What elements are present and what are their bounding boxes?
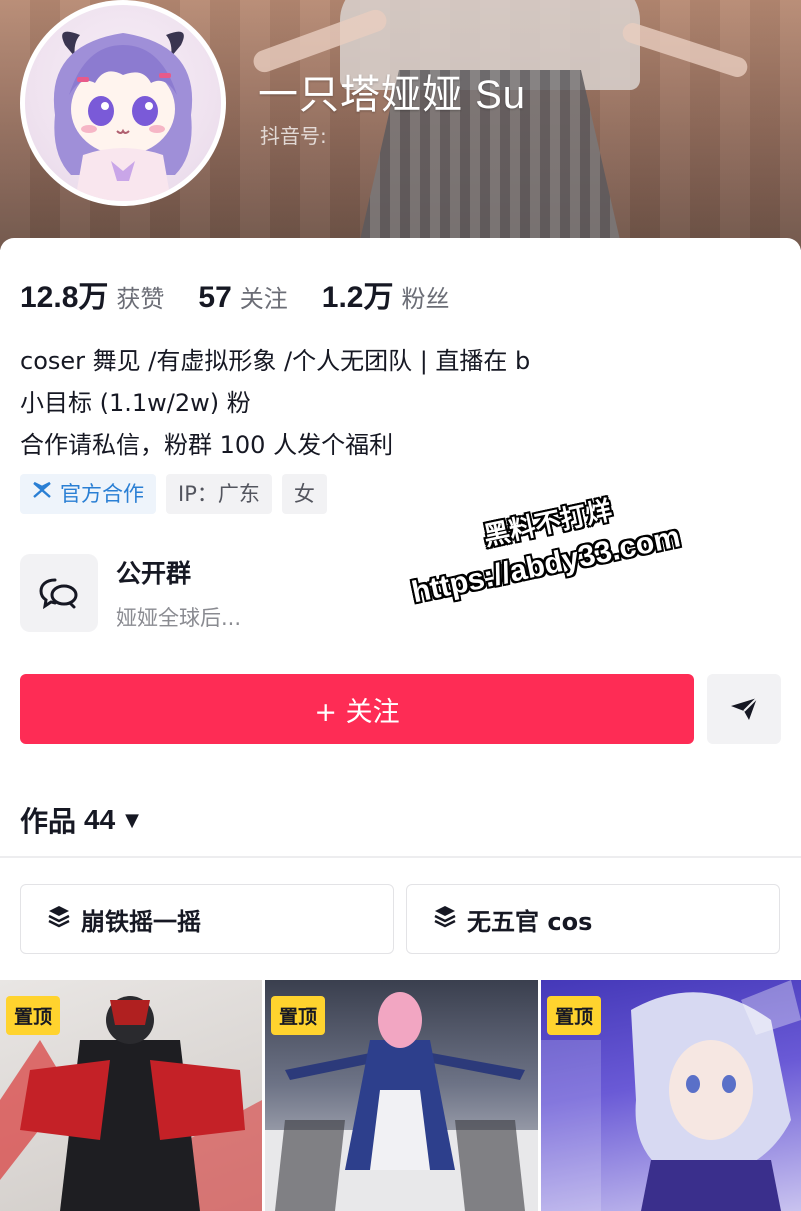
video-grid: 置顶 置顶 置顶	[0, 980, 801, 1211]
bio-line: 合作请私信，粉群 100 人发个福利	[20, 431, 394, 459]
avatar-image	[25, 5, 221, 201]
video-thumbnail[interactable]: 置顶	[265, 980, 538, 1211]
layers-icon	[47, 904, 71, 934]
pinned-badge: 置顶	[6, 996, 61, 1035]
ip-location-tag: IP：广东	[166, 474, 272, 514]
pinned-badge: 置顶	[271, 996, 326, 1035]
stat-followers-label: 粉丝	[401, 285, 450, 313]
official-cooperation-icon	[32, 474, 52, 514]
works-label: 作品	[20, 805, 77, 838]
stat-likes-label: 获赞	[116, 285, 165, 313]
profile-name: 一只塔娅娅 Su	[258, 73, 527, 117]
follow-button[interactable]: + 关注	[20, 674, 694, 744]
public-group-entry[interactable]: 公开群 娅娅全球后...	[20, 554, 241, 632]
bio-line: coser 舞见 /有虚拟形象 /个人无团队 | 直播在 b	[20, 347, 531, 375]
avatar[interactable]	[20, 0, 226, 206]
group-title: 公开群	[116, 559, 192, 588]
pinned-badge: 置顶	[547, 996, 602, 1035]
official-cooperation-label: 官方合作	[60, 482, 144, 506]
layers-icon	[433, 904, 457, 934]
collection-item[interactable]: 无五官 cos	[406, 884, 780, 954]
collections-row: 崩铁摇一摇 无五官 cos	[20, 884, 780, 954]
chat-bubbles-icon	[20, 554, 98, 632]
bio-line: 小目标 (1.1w/2w) 粉	[20, 389, 251, 417]
stat-following[interactable]: 57 关注	[198, 279, 287, 315]
divider	[0, 856, 801, 858]
video-thumbnail[interactable]: 置顶	[0, 980, 262, 1211]
send-icon	[731, 697, 758, 720]
gender-tag: 女	[281, 474, 327, 514]
tab-works[interactable]: 作品 44 ▼	[20, 800, 139, 840]
collection-label: 崩铁摇一摇	[81, 907, 201, 936]
works-count: 44	[84, 804, 116, 835]
group-subtitle: 娅娅全球后...	[116, 606, 242, 630]
caret-down-icon: ▼	[125, 809, 140, 831]
douyin-id-label[interactable]: 抖音号:	[260, 120, 327, 149]
collection-item[interactable]: 崩铁摇一摇	[20, 884, 394, 954]
stat-likes-value: 12.8万	[20, 281, 109, 314]
send-message-button[interactable]	[707, 674, 781, 744]
profile-tags: 官方合作 IP：广东 女	[20, 474, 327, 514]
official-cooperation-tag[interactable]: 官方合作	[20, 474, 156, 514]
profile-stats: 12.8万 获赞 57 关注 1.2万 粉丝	[20, 272, 483, 316]
video-thumbnail[interactable]: 置顶	[541, 980, 801, 1211]
collection-label: 无五官 cos	[467, 907, 593, 936]
stat-following-label: 关注	[239, 285, 288, 313]
stat-likes[interactable]: 12.8万 获赞	[20, 272, 164, 316]
stat-followers[interactable]: 1.2万 粉丝	[322, 272, 450, 316]
avatar-illustration	[53, 31, 193, 201]
stat-followers-value: 1.2万	[321, 281, 394, 314]
profile-bio: coser 舞见 /有虚拟形象 /个人无团队 | 直播在 b 小目标 (1.1w…	[20, 340, 530, 466]
stat-following-value: 57	[198, 281, 232, 314]
